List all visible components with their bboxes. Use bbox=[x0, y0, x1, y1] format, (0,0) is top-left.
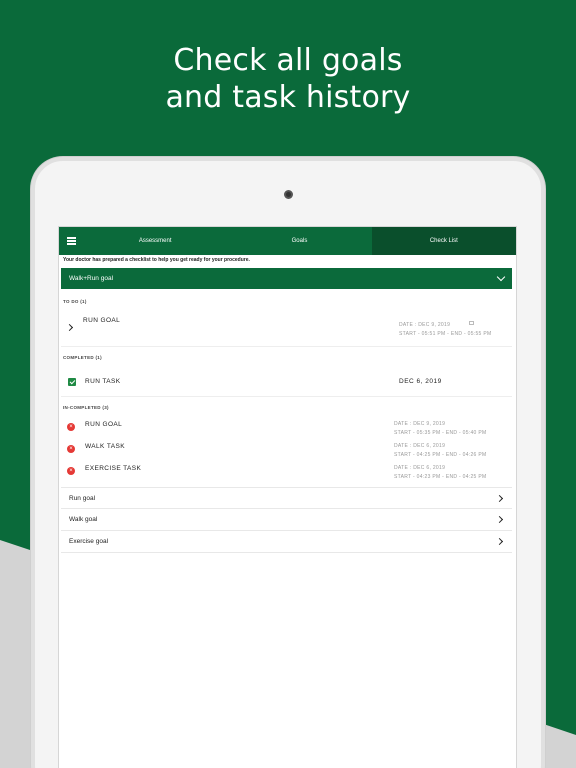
camera-icon bbox=[284, 190, 293, 199]
tab-check-list[interactable]: Check List bbox=[371, 227, 516, 255]
todo-item-date: DATE : DEC 9, 2019 bbox=[399, 322, 451, 328]
incompleted-item[interactable]: × EXERCISE TASK DATE : DEC 6, 2019 START… bbox=[61, 461, 512, 487]
goal-link-label: Run goal bbox=[69, 494, 96, 502]
goal-link-walk[interactable]: Walk goal bbox=[61, 509, 512, 531]
checkbox-checked-icon bbox=[68, 378, 76, 386]
completed-item-date: DEC 6, 2019 bbox=[399, 378, 442, 385]
chevron-right-icon bbox=[65, 323, 74, 332]
chevron-down-icon bbox=[496, 272, 506, 282]
menu-button[interactable] bbox=[59, 227, 83, 255]
incompleted-item-meta: DATE : DEC 6, 2019 START - 04:23 PM - EN… bbox=[394, 464, 486, 482]
todo-item[interactable]: RUN GOAL DATE : DEC 9, 2019 START - 05:5… bbox=[61, 311, 512, 347]
todo-item-meta: DATE : DEC 9, 2019 START - 05:51 PM - EN… bbox=[399, 321, 491, 339]
x-circle-icon: × bbox=[67, 445, 75, 453]
incompleted-item-title: EXERCISE TASK bbox=[85, 465, 142, 472]
goal-link-run[interactable]: Run goal bbox=[61, 487, 512, 509]
chevron-right-icon bbox=[495, 537, 504, 546]
promo-headline: Check all goals and task history bbox=[0, 42, 576, 116]
chevron-right-icon bbox=[495, 494, 504, 502]
hamburger-icon bbox=[66, 240, 76, 242]
goal-link-exercise[interactable]: Exercise goal bbox=[61, 531, 512, 553]
completed-section-label: COMPLETED (1) bbox=[63, 355, 102, 360]
top-nav: Assessment Goals Check List bbox=[59, 227, 516, 255]
app-screen: Assessment Goals Check List Your doctor … bbox=[58, 226, 517, 768]
incompleted-item-title: RUN GOAL bbox=[85, 421, 123, 428]
promo-line-2: and task history bbox=[165, 80, 411, 115]
todo-item-time: START - 05:51 PM - END - 05:55 PM bbox=[399, 331, 492, 337]
incompleted-item-time: START - 05:35 PM - END - 05:40 PM bbox=[394, 430, 487, 436]
incompleted-item[interactable]: × RUN GOAL DATE : DEC 9, 2019 START - 05… bbox=[61, 417, 512, 439]
incompleted-item-date: DATE : DEC 6, 2019 bbox=[394, 465, 446, 471]
completed-item-title: RUN TASK bbox=[85, 378, 121, 385]
goal-link-label: Exercise goal bbox=[69, 538, 109, 545]
todo-item-title: RUN GOAL bbox=[83, 317, 121, 324]
tab-assessment[interactable]: Assessment bbox=[83, 227, 227, 255]
incompleted-item-time: START - 04:23 PM - END - 04:25 PM bbox=[394, 474, 487, 480]
x-circle-icon: × bbox=[67, 467, 75, 475]
goal-dropdown[interactable]: Walk+Run goal bbox=[61, 268, 512, 289]
incompleted-item[interactable]: × WALK TASK DATE : DEC 6, 2019 START - 0… bbox=[61, 439, 512, 461]
x-circle-icon: × bbox=[67, 423, 75, 431]
notice-text: Your doctor has prepared a checklist to … bbox=[63, 257, 250, 263]
incompleted-section-label: IN-COMPLETED (3) bbox=[63, 405, 109, 410]
incompleted-item-meta: DATE : DEC 9, 2019 START - 05:35 PM - EN… bbox=[394, 420, 486, 438]
promo-line-1: Check all goals bbox=[173, 43, 403, 78]
incompleted-item-date: DATE : DEC 9, 2019 bbox=[394, 421, 446, 427]
tab-goals[interactable]: Goals bbox=[227, 227, 371, 255]
incompleted-item-time: START - 04:25 PM - END - 04:26 PM bbox=[394, 452, 487, 458]
completed-item[interactable]: RUN TASK DEC 6, 2019 bbox=[61, 367, 512, 397]
goal-link-label: Walk goal bbox=[69, 516, 98, 523]
incompleted-item-title: WALK TASK bbox=[85, 443, 125, 450]
incompleted-item-date: DATE : DEC 6, 2019 bbox=[394, 443, 446, 449]
chevron-right-icon bbox=[495, 515, 504, 524]
incompleted-item-meta: DATE : DEC 6, 2019 START - 04:25 PM - EN… bbox=[394, 442, 486, 460]
todo-section-label: TO DO (1) bbox=[63, 299, 87, 304]
goal-dropdown-value: Walk+Run goal bbox=[69, 275, 114, 282]
